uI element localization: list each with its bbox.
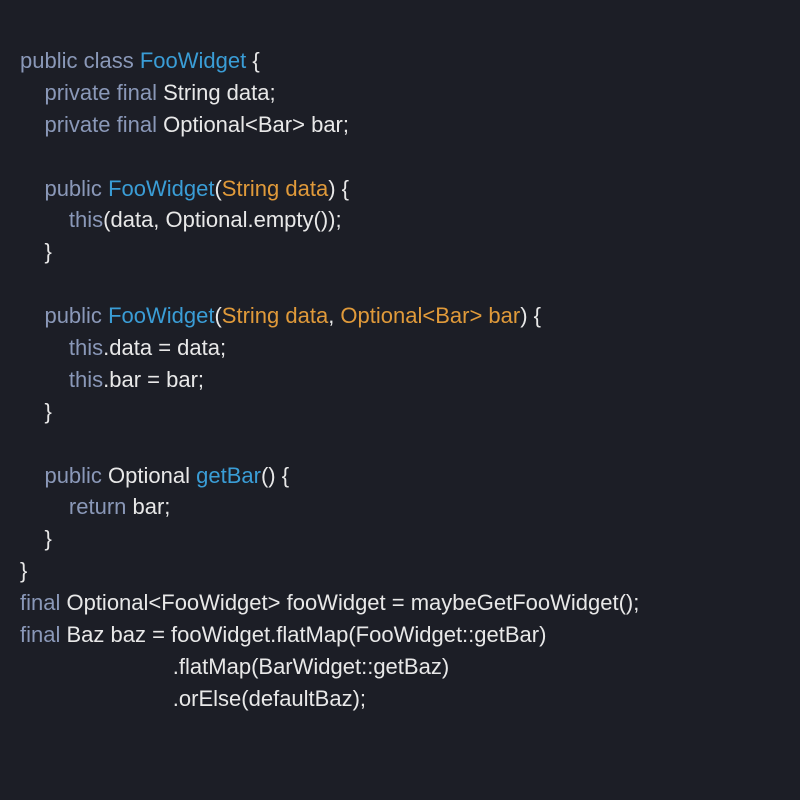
code-token: } — [20, 399, 52, 424]
code-token: public — [44, 463, 101, 488]
code-token — [20, 367, 69, 392]
code-line: return bar; — [20, 494, 170, 519]
code-token: .data = data; — [103, 335, 226, 360]
code-line: } — [20, 526, 52, 551]
code-line: public FooWidget(String data) { — [20, 176, 349, 201]
code-line: final Optional<FooWidget> fooWidget = ma… — [20, 590, 639, 615]
code-line: public Optional getBar() { — [20, 463, 289, 488]
code-token: String data — [222, 303, 328, 328]
code-token: public — [44, 176, 101, 201]
code-token: this — [69, 207, 103, 232]
code-line: public FooWidget(String data, Optional<B… — [20, 303, 541, 328]
code-line: .orElse(defaultBaz); — [20, 686, 366, 711]
code-token — [20, 494, 69, 519]
code-token: { — [246, 48, 259, 73]
code-token: class — [84, 48, 134, 73]
code-token — [20, 112, 44, 137]
code-token: bar; — [126, 494, 170, 519]
code-token: .bar = bar; — [103, 367, 204, 392]
code-token: (data, Optional.empty()); — [103, 207, 341, 232]
code-token: () { — [261, 463, 289, 488]
code-token — [20, 303, 44, 328]
code-token: Optional — [102, 463, 196, 488]
code-line: .flatMap(BarWidget::getBaz) — [20, 654, 449, 679]
code-line: this.data = data; — [20, 335, 226, 360]
code-token: FooWidget — [108, 176, 214, 201]
code-token: Optional<FooWidget> fooWidget = maybeGet… — [60, 590, 639, 615]
code-token: .flatMap(BarWidget::getBaz) — [20, 654, 449, 679]
code-token: this — [69, 367, 103, 392]
code-token: } — [20, 239, 52, 264]
code-token — [20, 207, 69, 232]
code-token: ) { — [328, 176, 349, 201]
code-token: FooWidget — [140, 48, 246, 73]
code-token: Optional<Bar> bar; — [157, 112, 349, 137]
code-line: final Baz baz = fooWidget.flatMap(FooWid… — [20, 622, 546, 647]
code-line: } — [20, 558, 27, 583]
code-line: this(data, Optional.empty()); — [20, 207, 342, 232]
code-token: private — [44, 80, 110, 105]
code-token: ( — [214, 176, 221, 201]
code-block: public class FooWidget { private final S… — [0, 0, 800, 735]
code-token: FooWidget — [108, 303, 214, 328]
code-token: final — [117, 112, 157, 137]
code-line: this.bar = bar; — [20, 367, 204, 392]
code-token: ) { — [520, 303, 541, 328]
code-line: public class FooWidget { — [20, 48, 260, 73]
code-token: , — [328, 303, 340, 328]
code-token — [20, 463, 44, 488]
code-line: } — [20, 239, 52, 264]
code-token: this — [69, 335, 103, 360]
code-token: final — [20, 590, 60, 615]
code-token: } — [20, 558, 27, 583]
code-token: .orElse(defaultBaz); — [20, 686, 366, 711]
code-line: private final Optional<Bar> bar; — [20, 112, 349, 137]
code-token: String data; — [157, 80, 276, 105]
code-token: Baz baz = fooWidget.flatMap(FooWidget::g… — [60, 622, 546, 647]
code-token: final — [117, 80, 157, 105]
code-line: } — [20, 399, 52, 424]
code-token: getBar — [196, 463, 261, 488]
code-line: private final String data; — [20, 80, 276, 105]
code-token: String data — [222, 176, 328, 201]
code-token: public — [44, 303, 101, 328]
code-token: ( — [214, 303, 221, 328]
code-token — [20, 176, 44, 201]
code-token: final — [20, 622, 60, 647]
code-token: Optional<Bar> bar — [340, 303, 520, 328]
code-token: } — [20, 526, 52, 551]
code-token: return — [69, 494, 126, 519]
code-token: private — [44, 112, 110, 137]
code-token — [20, 335, 69, 360]
code-token: public — [20, 48, 77, 73]
code-token — [20, 80, 44, 105]
